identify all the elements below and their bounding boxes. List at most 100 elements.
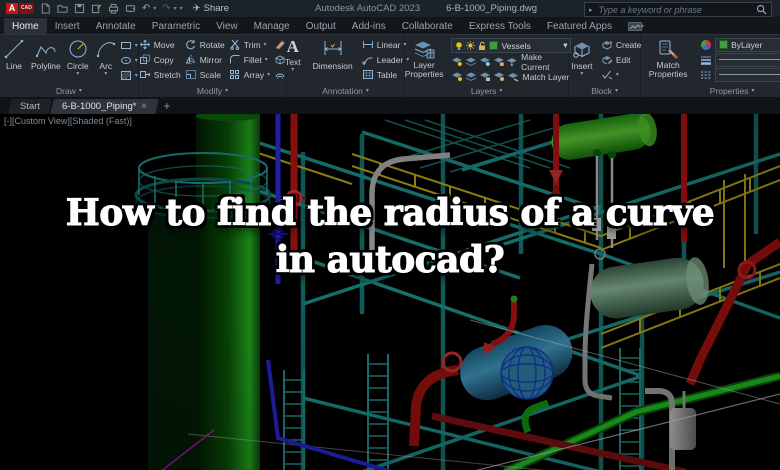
layer-isolate-icon[interactable] [465, 56, 477, 67]
hatch-tool[interactable]: ▾ [120, 69, 138, 82]
layer-freeze-icon[interactable] [479, 56, 491, 67]
open-folder-icon[interactable] [57, 3, 68, 14]
tab-express-tools[interactable]: Express Tools [461, 18, 539, 34]
file-tab-bar: Start 6-B-1000_Piping* × + [0, 97, 780, 114]
array-tool[interactable]: Array ▾ [229, 68, 270, 81]
search-caret-icon[interactable]: ▸ [589, 6, 593, 14]
redo-dropdown-icon[interactable]: ▾ [174, 5, 177, 12]
plot-icon[interactable] [108, 3, 119, 14]
tab-collaborate[interactable]: Collaborate [394, 18, 461, 34]
trim-tool[interactable]: Trim ▾ [229, 38, 270, 51]
panel-layers: Layer Properties Vessels ▾ Make Current … [402, 35, 572, 97]
text-tool[interactable]: A Text ▾ [282, 38, 304, 74]
layer-thaw-icon[interactable] [465, 71, 477, 82]
tab-annotate[interactable]: Annotate [88, 18, 144, 34]
lineweight-control[interactable]: ByLayer [700, 52, 780, 67]
dropdown-arrow-icon[interactable]: ▾ [104, 71, 107, 77]
layer-properties-tool[interactable]: Layer Properties [402, 38, 447, 78]
insert-block-icon [573, 42, 590, 58]
tab-insert[interactable]: Insert [47, 18, 88, 34]
dropdown-arrow-icon[interactable]: ▾ [76, 71, 79, 77]
make-current-tool[interactable]: Make Current [506, 52, 571, 72]
circle-tool[interactable]: Circle ▾ [64, 38, 92, 77]
layer-unlock-icon[interactable] [479, 71, 491, 82]
block-attributes-tool[interactable]: ▾ [601, 68, 642, 81]
file-tab-start[interactable]: Start [8, 99, 52, 114]
object-color-control[interactable]: ByLayer▾ [700, 37, 780, 52]
new-file-icon[interactable] [40, 3, 51, 14]
match-layer-tool[interactable]: Match Layer [507, 70, 569, 83]
close-icon[interactable]: × [142, 101, 148, 112]
panel-expand-icon: ▾ [78, 88, 82, 94]
arc-tool[interactable]: Arc ▾ [92, 38, 120, 77]
panel-expand-icon: ▾ [224, 88, 228, 94]
panel-label-block[interactable]: Block ▾ [569, 84, 640, 97]
save-icon[interactable] [74, 3, 85, 14]
scale-tool[interactable]: Scale [185, 68, 225, 81]
lightbulb-icon[interactable] [455, 41, 463, 51]
redo-button[interactable]: ↷ [162, 3, 170, 14]
attributes-icon [601, 70, 613, 80]
tab-parametric[interactable]: Parametric [144, 18, 208, 34]
edit-block-icon [602, 56, 613, 65]
layer-color-swatch[interactable] [489, 41, 499, 50]
tab-home[interactable]: Home [4, 18, 47, 34]
save-as-icon[interactable] [91, 3, 102, 14]
panel-expand-icon: ▾ [499, 88, 503, 94]
create-block-tool[interactable]: Create [601, 38, 641, 51]
match-properties-tool[interactable]: Match Properties [641, 38, 695, 78]
panel-label-annotation[interactable]: Annotation ▾ [287, 84, 404, 97]
file-tab-document[interactable]: 6-B-1000_Piping* × [50, 99, 160, 114]
move-tool[interactable]: Move [139, 38, 181, 51]
qat-customize-icon[interactable]: ▾ [180, 5, 183, 12]
stretch-tool[interactable]: Stretch [139, 68, 181, 81]
viewport-controls[interactable]: [-][Custom View][Shaded (Fast)] [4, 116, 132, 126]
panel-label-modify[interactable]: Modify ▾ [139, 84, 286, 97]
line-tool[interactable]: Line [0, 38, 28, 71]
help-search-box[interactable]: ▸ [584, 2, 772, 17]
edit-block-tool[interactable]: Edit [601, 53, 642, 66]
move-icon [139, 39, 150, 50]
search-input[interactable] [596, 3, 752, 16]
mirror-icon [185, 55, 196, 64]
tab-view[interactable]: View [208, 18, 246, 34]
fillet-tool[interactable]: Fillet ▾ [229, 53, 270, 66]
undo-button[interactable]: ↶ [142, 3, 150, 14]
layer-on-icon[interactable] [451, 71, 463, 82]
tab-output[interactable]: Output [298, 18, 344, 34]
autocad-logo-a: A [6, 3, 18, 14]
tab-featured-apps[interactable]: Featured Apps [539, 18, 620, 34]
paper-plane-icon: ✈ [192, 3, 201, 14]
tab-add-ins[interactable]: Add-ins [344, 18, 394, 34]
drawing-canvas[interactable]: [-][Custom View][Shaded (Fast)] How to f… [0, 114, 780, 470]
print-icon[interactable] [125, 3, 136, 14]
rotate-tool[interactable]: Rotate [185, 38, 225, 51]
search-icon[interactable] [756, 4, 767, 15]
share-button[interactable]: ✈ Share [193, 3, 229, 14]
panel-label-properties[interactable]: Properties ▾ [641, 84, 780, 97]
panel-label-layers[interactable]: Layers ▾ [405, 84, 568, 97]
linetype-control[interactable]: ByLayer [700, 67, 780, 82]
copy-tool[interactable]: Copy [139, 53, 181, 66]
tab-manage[interactable]: Manage [246, 18, 298, 34]
unlock-icon[interactable] [478, 41, 486, 51]
new-drawing-button[interactable]: + [163, 99, 170, 114]
rectangle-tool[interactable]: ▾ [120, 39, 138, 52]
undo-dropdown-icon[interactable]: ▾ [153, 5, 156, 12]
ribbon-display-toggle[interactable]: ▾ [620, 18, 652, 34]
dropdown-arrow-icon: ▾ [134, 58, 138, 64]
layer-off-icon[interactable] [451, 56, 463, 67]
polyline-tool[interactable]: Polyline [28, 38, 64, 71]
lineweight-icon [701, 56, 712, 65]
linear-icon [362, 41, 373, 48]
sun-icon[interactable] [466, 41, 476, 50]
mirror-tool[interactable]: Mirror [185, 53, 225, 66]
panel-label-draw[interactable]: Draw ▾ [0, 84, 138, 97]
layer-lock-icon[interactable] [493, 56, 505, 67]
ellipse-tool[interactable]: ▾ [120, 54, 138, 67]
dimension-tool[interactable]: Dimension [310, 38, 356, 71]
autocad-logo[interactable]: A CAD [6, 3, 34, 14]
layer-walk-icon[interactable] [493, 71, 505, 82]
insert-block-tool[interactable]: Insert ▾ [568, 38, 596, 77]
dropdown-arrow-icon[interactable]: ▾ [563, 40, 567, 51]
